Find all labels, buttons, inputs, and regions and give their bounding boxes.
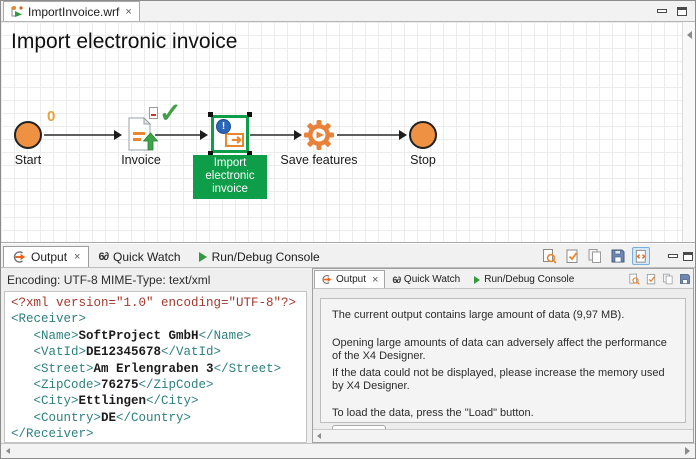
editor-tabbar: ImportInvoice.wrf ×: [1, 1, 695, 22]
save-features-node[interactable]: [303, 119, 335, 151]
tab-run-debug-console[interactable]: Run/Debug Console: [190, 246, 329, 267]
xml-line: <VatId>DE12345678</VatId>: [11, 344, 300, 360]
import-electronic-invoice-node[interactable]: ➜ !: [211, 115, 249, 153]
tab-quick-watch[interactable]: 6∂ Quick Watch: [89, 246, 189, 267]
nested-tab-run-debug-label: Run/Debug Console: [484, 274, 574, 285]
encoding-info: Encoding: UTF-8 MIME-Type: text/xml: [4, 270, 307, 291]
copy-output-icon[interactable]: [661, 272, 675, 286]
import-arrow-icon: ➜: [231, 134, 242, 146]
bottom-content: Encoding: UTF-8 MIME-Type: text/xml <?xm…: [1, 268, 695, 443]
import-label-line1: Import: [193, 157, 267, 170]
save-features-node-label: Save features: [274, 153, 364, 167]
save-output-icon[interactable]: [609, 247, 627, 265]
nested-tabbar: Output × 6∂ Quick Watch Run/Debug Consol…: [313, 269, 693, 289]
glasses-icon: 6∂: [98, 251, 108, 263]
nested-tab-quick-watch[interactable]: 6∂ Quick Watch: [385, 270, 467, 288]
invoice-node-label: Invoice: [111, 153, 171, 167]
bottom-tabbar: Output × 6∂ Quick Watch Run/Debug Consol…: [1, 244, 695, 268]
bottom-minimize-icon[interactable]: [668, 254, 678, 258]
copy-output-icon[interactable]: [586, 247, 604, 265]
nested-tab-output-label: Output: [336, 274, 366, 285]
workflow-canvas[interactable]: Import electronic invoice 0 Start: [1, 22, 695, 243]
bottom-horizontal-scrollbar[interactable]: [1, 443, 695, 458]
large-output-notice: The current output contains large amount…: [313, 289, 693, 429]
editor-tab-label: ImportInvoice.wrf: [28, 5, 119, 19]
tab-quick-watch-label: Quick Watch: [113, 250, 181, 264]
output-icon: [321, 274, 332, 285]
nested-tab-run-debug[interactable]: Run/Debug Console: [467, 270, 581, 288]
invoice-document-icon: [128, 117, 159, 152]
stop-node[interactable]: [409, 121, 437, 149]
nested-tab-quick-watch-label: Quick Watch: [404, 274, 460, 285]
output-toolbar: [540, 247, 693, 267]
output-icon: [12, 250, 26, 264]
editor-area-buttons: [657, 1, 695, 21]
edge-count-label: 0: [47, 108, 55, 125]
xml-line: <Name>SoftProject GmbH</Name>: [11, 328, 300, 344]
xml-line: <City>Ettlingen</City>: [11, 393, 300, 409]
x4-designer-window: ImportInvoice.wrf × Import electronic in…: [0, 0, 696, 459]
nested-horizontal-scrollbar[interactable]: [313, 429, 693, 442]
play-icon: [199, 252, 207, 262]
validate-output-icon[interactable]: [644, 272, 658, 286]
xml-line: <?xml version="1.0" encoding="UTF-8"?>: [11, 295, 300, 311]
import-label-line3: invoice: [193, 183, 267, 196]
preview-output-icon[interactable]: [540, 247, 558, 265]
output-message-pane: Output × 6∂ Quick Watch Run/Debug Consol…: [312, 268, 694, 443]
xml-line: <ZipCode>76275</ZipCode>: [11, 377, 300, 393]
xml-line: <Country>DE</Country>: [11, 410, 300, 426]
import-info-badge-icon: !: [216, 119, 231, 134]
selection-handle[interactable]: [247, 112, 252, 117]
scroll-left-icon[interactable]: [6, 448, 10, 454]
play-icon: [474, 276, 480, 284]
workflow-file-icon: [11, 5, 24, 18]
glasses-icon: 6∂: [392, 275, 399, 285]
selection-handle[interactable]: [208, 112, 213, 117]
message-memory: If the data could not be displayed, plea…: [332, 367, 674, 393]
editor-tab-importinvoice[interactable]: ImportInvoice.wrf ×: [3, 1, 140, 21]
scroll-right-icon[interactable]: [685, 447, 690, 455]
minimize-icon[interactable]: [657, 9, 667, 13]
validate-output-icon[interactable]: [563, 247, 581, 265]
output-xml-pane: Encoding: UTF-8 MIME-Type: text/xml <?xm…: [1, 268, 309, 443]
invoice-node[interactable]: [128, 117, 159, 152]
tab-output[interactable]: Output ×: [3, 246, 89, 267]
nested-toolbar: [627, 272, 692, 288]
xml-line: </Receiver>: [11, 426, 300, 442]
start-node-label: Start: [1, 153, 56, 167]
validation-document-icon: [149, 107, 158, 119]
tab-output-label: Output: [31, 250, 67, 264]
preview-output-icon[interactable]: [627, 272, 641, 286]
large-output-message-box: The current output contains large amount…: [320, 298, 686, 423]
show-source-icon[interactable]: [632, 247, 650, 265]
workflow-edges: [1, 22, 695, 243]
message-size: The current output contains large amount…: [332, 309, 674, 322]
tab-output-close-icon[interactable]: ×: [74, 251, 80, 263]
scroll-left-icon[interactable]: [317, 433, 321, 439]
gear-play-icon: [303, 119, 335, 151]
maximize-icon[interactable]: [677, 7, 687, 16]
bottom-panel: Output × 6∂ Quick Watch Run/Debug Consol…: [1, 244, 695, 458]
tab-run-debug-label: Run/Debug Console: [212, 250, 320, 264]
xml-line: <Receiver>: [11, 311, 300, 327]
nested-tab-output[interactable]: Output ×: [314, 270, 385, 288]
nested-tab-output-close-icon[interactable]: ×: [372, 274, 378, 286]
xml-line: <Street>Am Erlengraben 3</Street>: [11, 361, 300, 377]
bottom-maximize-icon[interactable]: [683, 252, 693, 261]
import-label-line2: electronic: [193, 170, 267, 183]
validation-check-icon: ✓: [159, 98, 182, 129]
canvas-scrollbar[interactable]: [682, 22, 695, 242]
collapse-left-icon[interactable]: [687, 31, 692, 39]
editor-tab-close-icon[interactable]: ×: [125, 6, 131, 18]
message-load-hint: To load the data, press the "Load" butto…: [332, 407, 674, 420]
message-performance: Opening large amounts of data can advers…: [332, 337, 674, 363]
start-node[interactable]: [14, 121, 42, 149]
save-output-icon[interactable]: [678, 272, 692, 286]
import-node-label: Import electronic invoice: [193, 155, 267, 199]
xml-code[interactable]: <?xml version="1.0" encoding="UTF-8"?><R…: [4, 291, 307, 443]
stop-node-label: Stop: [395, 153, 451, 167]
